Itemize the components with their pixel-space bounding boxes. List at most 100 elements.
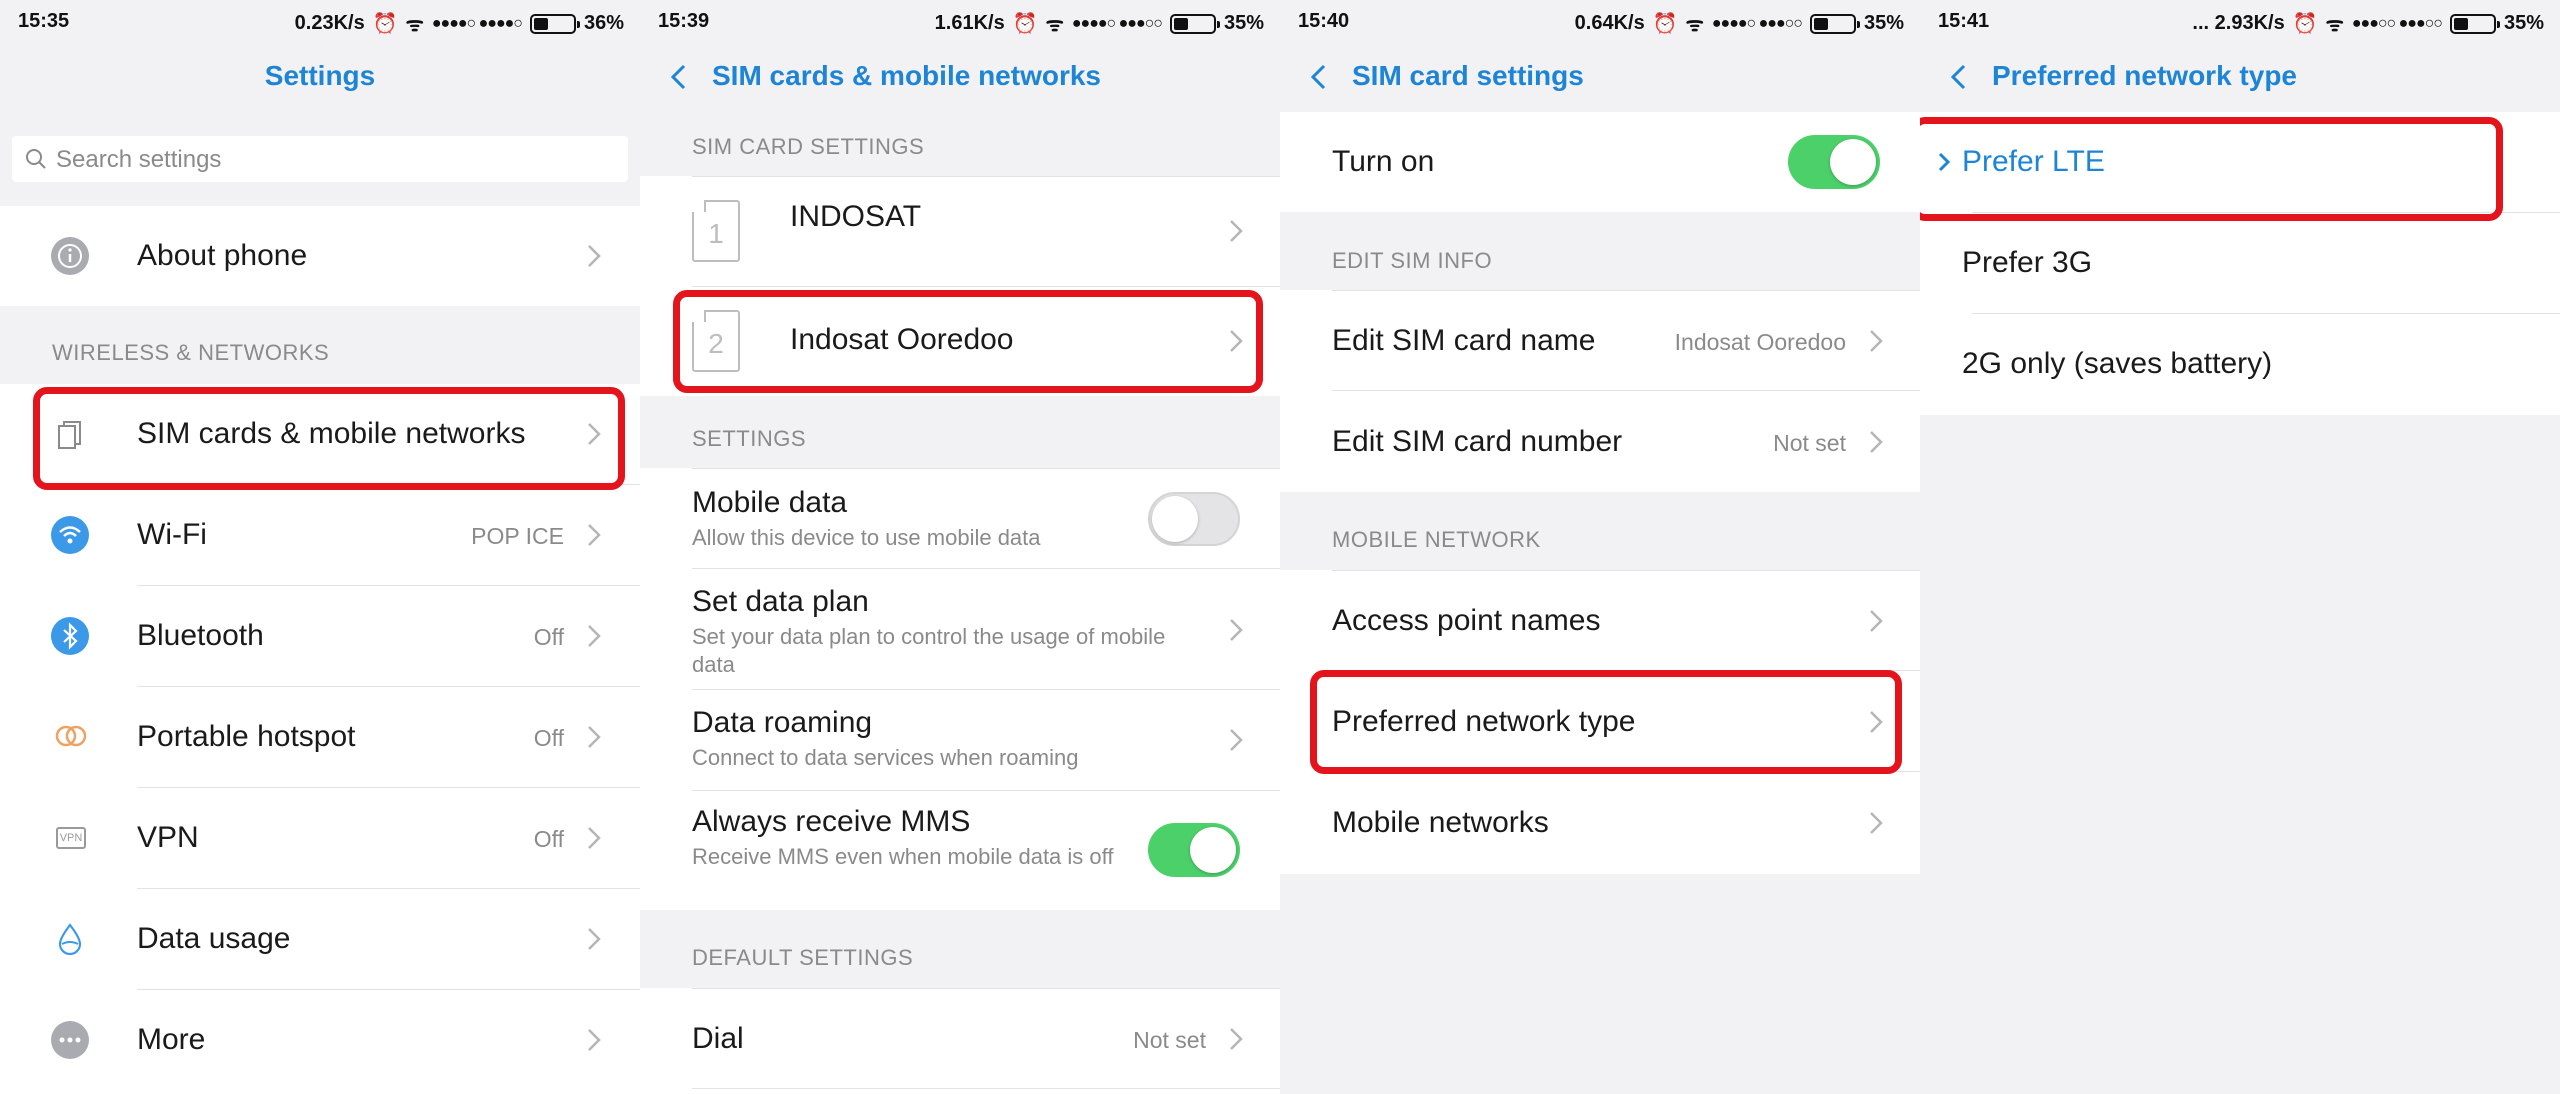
chevron-right-icon: [588, 827, 601, 849]
status-bar: 15:40 0.64K/s ⏰ ᯤ ●●●●○ ●●●○○ 35%: [1280, 0, 1920, 44]
more-label: More: [137, 1023, 206, 1056]
edit-sim-list: Edit SIM card name Indosat Ooredoo Edit …: [1280, 290, 1920, 492]
info-icon: [51, 237, 89, 275]
sidebar-item-more[interactable]: More: [0, 990, 640, 1091]
settings-panel: 15:35 0.23K/s ⏰ ᯤ ●●●●○ ●●●●○ 36% Settin…: [0, 0, 640, 1094]
wifi-status-icon: ᯤ: [1045, 14, 1064, 36]
sim-slot-1[interactable]: 1 INDOSAT: [640, 176, 1280, 287]
turn-on-row[interactable]: Turn on: [1280, 112, 1920, 212]
apn-row[interactable]: Access point names: [1280, 570, 1920, 671]
search-input[interactable]: Search settings: [12, 136, 628, 182]
back-icon[interactable]: [1304, 62, 1334, 92]
status-time: 15:35: [18, 10, 70, 32]
data-plan-row[interactable]: Set data plan Set your data plan to cont…: [640, 569, 1280, 690]
chevron-right-icon: [1870, 431, 1883, 453]
settings-list: Mobile data Allow this device to use mob…: [640, 468, 1280, 910]
sim-cards-icon: [58, 421, 81, 449]
page-title: Preferred network type: [1992, 60, 2297, 91]
status-bar: 15:35 0.23K/s ⏰ ᯤ ●●●●○ ●●●●○ 36%: [0, 0, 640, 44]
chevron-right-icon: [588, 423, 601, 445]
mms-toggle[interactable]: [1148, 823, 1240, 877]
mobile-networks-row[interactable]: Mobile networks: [1280, 772, 1920, 873]
sim2-name: Indosat Ooredoo: [790, 323, 1014, 356]
preferred-network-row[interactable]: Preferred network type: [1280, 671, 1920, 772]
mobile-data-sub: Allow this device to use mobile data: [692, 525, 1041, 550]
edit-sim-name-row[interactable]: Edit SIM card name Indosat Ooredoo: [1280, 290, 1920, 391]
mobile-data-label: Mobile data: [692, 486, 848, 519]
chevron-right-icon: [588, 245, 601, 267]
data-roaming-label: Data roaming: [692, 706, 873, 739]
preferred-network-panel: 15:41 ... 2.93K/s ⏰ ᯤ ●●●○○ ●●●○○ 35% Pr…: [1920, 0, 2560, 1094]
sidebar-item-vpn[interactable]: VPN VPN Off: [0, 788, 640, 889]
vpn-label: VPN: [137, 821, 199, 854]
sidebar-item-hotspot[interactable]: Portable hotspot Off: [0, 687, 640, 788]
option-prefer-lte[interactable]: Prefer LTE: [1920, 112, 2560, 213]
about-phone-row[interactable]: About phone: [0, 206, 640, 306]
mobile-data-toggle[interactable]: [1148, 492, 1240, 546]
title-bar: Settings: [0, 44, 640, 112]
option-label: Prefer 3G: [1962, 246, 2093, 279]
sim-card-icon: 1: [692, 200, 740, 262]
sim-list: 1 INDOSAT 2 Indosat Ooredoo: [640, 176, 1280, 396]
sidebar-item-sim-cards[interactable]: SIM cards & mobile networks: [0, 384, 640, 485]
data-plan-sub: Set your data plan to control the usage …: [692, 624, 1166, 677]
section-header-wireless: WIRELESS & NETWORKS: [52, 340, 330, 365]
sidebar-item-bluetooth[interactable]: Bluetooth Off: [0, 586, 640, 687]
chevron-right-icon: [1230, 729, 1243, 751]
chevron-right-icon: [588, 1029, 601, 1051]
data-roaming-row[interactable]: Data roaming Connect to data services wh…: [640, 690, 1280, 791]
section-header-settings: SETTINGS: [692, 426, 807, 451]
battery-icon: [2449, 13, 2500, 34]
option-prefer-3g[interactable]: Prefer 3G: [1920, 213, 2560, 314]
edit-sim-number-value: Not set: [1773, 430, 1846, 456]
battery-percent: 35%: [2503, 12, 2544, 34]
section-header-default: DEFAULT SETTINGS: [692, 945, 914, 970]
edit-sim-number-row[interactable]: Edit SIM card number Not set: [1280, 391, 1920, 492]
option-2g-only[interactable]: 2G only (saves battery): [1920, 314, 2560, 415]
section-header-sim: SIM CARD SETTINGS: [692, 134, 925, 159]
status-time: 15:39: [658, 10, 710, 32]
turn-on-toggle[interactable]: [1788, 135, 1880, 189]
battery-percent: 35%: [1223, 12, 1264, 34]
wifi-value: POP ICE: [471, 523, 564, 549]
dial-row[interactable]: Dial Not set: [640, 988, 1280, 1089]
section-header-edit: EDIT SIM INFO: [1332, 248, 1493, 273]
chevron-right-icon: [1870, 610, 1883, 632]
dial-value: Not set: [1133, 1027, 1206, 1053]
network-speed: 1.61K/s: [934, 12, 1005, 34]
bluetooth-label: Bluetooth: [137, 619, 264, 652]
mobile-data-row[interactable]: Mobile data Allow this device to use mob…: [640, 468, 1280, 569]
status-bar: 15:39 1.61K/s ⏰ ᯤ ●●●●○ ●●●○○ 35%: [640, 0, 1280, 44]
wifi-status-icon: ᯤ: [2325, 14, 2344, 36]
chevron-right-icon: [588, 524, 601, 546]
wifi-status-icon: ᯤ: [1685, 14, 1704, 36]
default-list: Dial Not set: [640, 988, 1280, 1094]
wifi-label: Wi-Fi: [137, 518, 207, 551]
chevron-right-icon: [1870, 330, 1883, 352]
mms-row[interactable]: Always receive MMS Receive MMS even when…: [640, 791, 1280, 910]
search-placeholder: Search settings: [56, 146, 222, 173]
back-icon[interactable]: [1944, 62, 1974, 92]
network-speed: ... 2.93K/s: [2192, 12, 2285, 34]
edit-sim-name-label: Edit SIM card name: [1332, 324, 1596, 357]
page-title: SIM card settings: [1352, 60, 1584, 91]
title-bar: Preferred network type: [1920, 44, 2560, 112]
bluetooth-value: Off: [533, 624, 564, 650]
section-header-mobile: MOBILE NETWORK: [1332, 527, 1541, 552]
back-icon[interactable]: [664, 62, 694, 92]
turn-on-label: Turn on: [1332, 145, 1435, 178]
edit-sim-name-value: Indosat Ooredoo: [1674, 329, 1846, 355]
signal-icon: ●●●●○ ●●●○○: [1071, 14, 1163, 32]
alarm-icon: ⏰: [2292, 13, 2318, 35]
vpn-icon: VPN: [56, 827, 86, 849]
data-plan-label: Set data plan: [692, 585, 869, 618]
vpn-value: Off: [533, 826, 564, 852]
sidebar-item-data-usage[interactable]: Data usage: [0, 889, 640, 990]
network-speed: 0.23K/s: [294, 12, 365, 34]
option-label: Prefer LTE: [1962, 145, 2105, 178]
apn-label: Access point names: [1332, 604, 1601, 637]
sim-slot-2[interactable]: 2 Indosat Ooredoo: [640, 286, 1280, 396]
about-phone-label: About phone: [137, 239, 308, 272]
wireless-list: SIM cards & mobile networks Wi-Fi POP IC…: [0, 384, 640, 1094]
sidebar-item-wifi[interactable]: Wi-Fi POP ICE: [0, 485, 640, 586]
